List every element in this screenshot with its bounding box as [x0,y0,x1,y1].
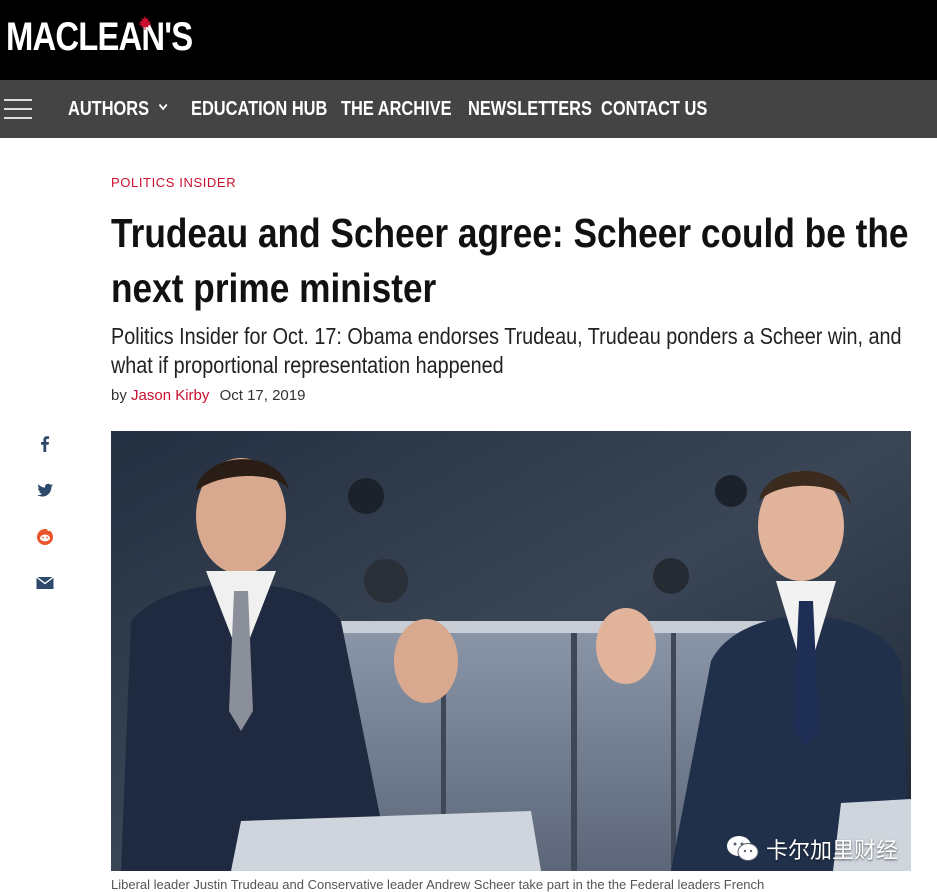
author-link[interactable]: Jason Kirby [131,387,209,404]
facebook-icon[interactable] [34,433,56,455]
site-header: MACLEAN'S [0,0,937,80]
article-headline: Trudeau and Scheer agree: Scheer could b… [111,210,909,311]
reddit-icon[interactable] [34,525,56,547]
article-kicker[interactable]: POLITICS INSIDER [111,175,236,190]
logo-text[interactable]: MACLEAN'S [6,15,193,59]
site-logo[interactable]: MACLEAN'S [6,14,193,60]
email-icon[interactable] [34,572,56,594]
debate-photo [111,431,911,871]
nav-item-newsletters[interactable]: NEWSLETTERS [468,97,592,121]
byline: by Jason Kirby Oct 17, 2019 [111,387,305,404]
nav-item-education-hub[interactable]: EDUCATION HUB [191,97,327,121]
nav-item-label: AUTHORS [68,98,150,120]
nav-item-contact-us[interactable]: CONTACT US [601,97,707,121]
maple-leaf-icon [138,16,152,30]
nav-item-label: THE ARCHIVE [341,98,452,120]
chevron-down-icon [159,103,168,111]
wechat-icon [727,836,759,861]
hamburger-icon[interactable] [4,98,32,120]
nav-item-the-archive[interactable]: THE ARCHIVE [341,97,452,121]
article-hero-image [111,431,911,871]
watermark-text: 卡尔加里财经 [766,839,899,864]
nav-item-label: NEWSLETTERS [468,98,592,120]
twitter-icon[interactable] [34,479,56,501]
article-dek: Politics Insider for Oct. 17: Obama endo… [111,323,902,378]
nav-item-label: EDUCATION HUB [191,98,328,120]
main-nav: AUTHORS EDUCATION HUB THE ARCHIVE NEWSLE… [0,80,937,138]
nav-item-authors[interactable]: AUTHORS [68,97,168,121]
image-caption: Liberal leader Justin Trudeau and Conser… [111,877,765,892]
publish-date: Oct 17, 2019 [219,387,306,404]
watermark: 卡尔加里财经 [726,832,898,866]
nav-item-label: CONTACT US [601,98,708,120]
byline-prefix: by [111,387,127,404]
